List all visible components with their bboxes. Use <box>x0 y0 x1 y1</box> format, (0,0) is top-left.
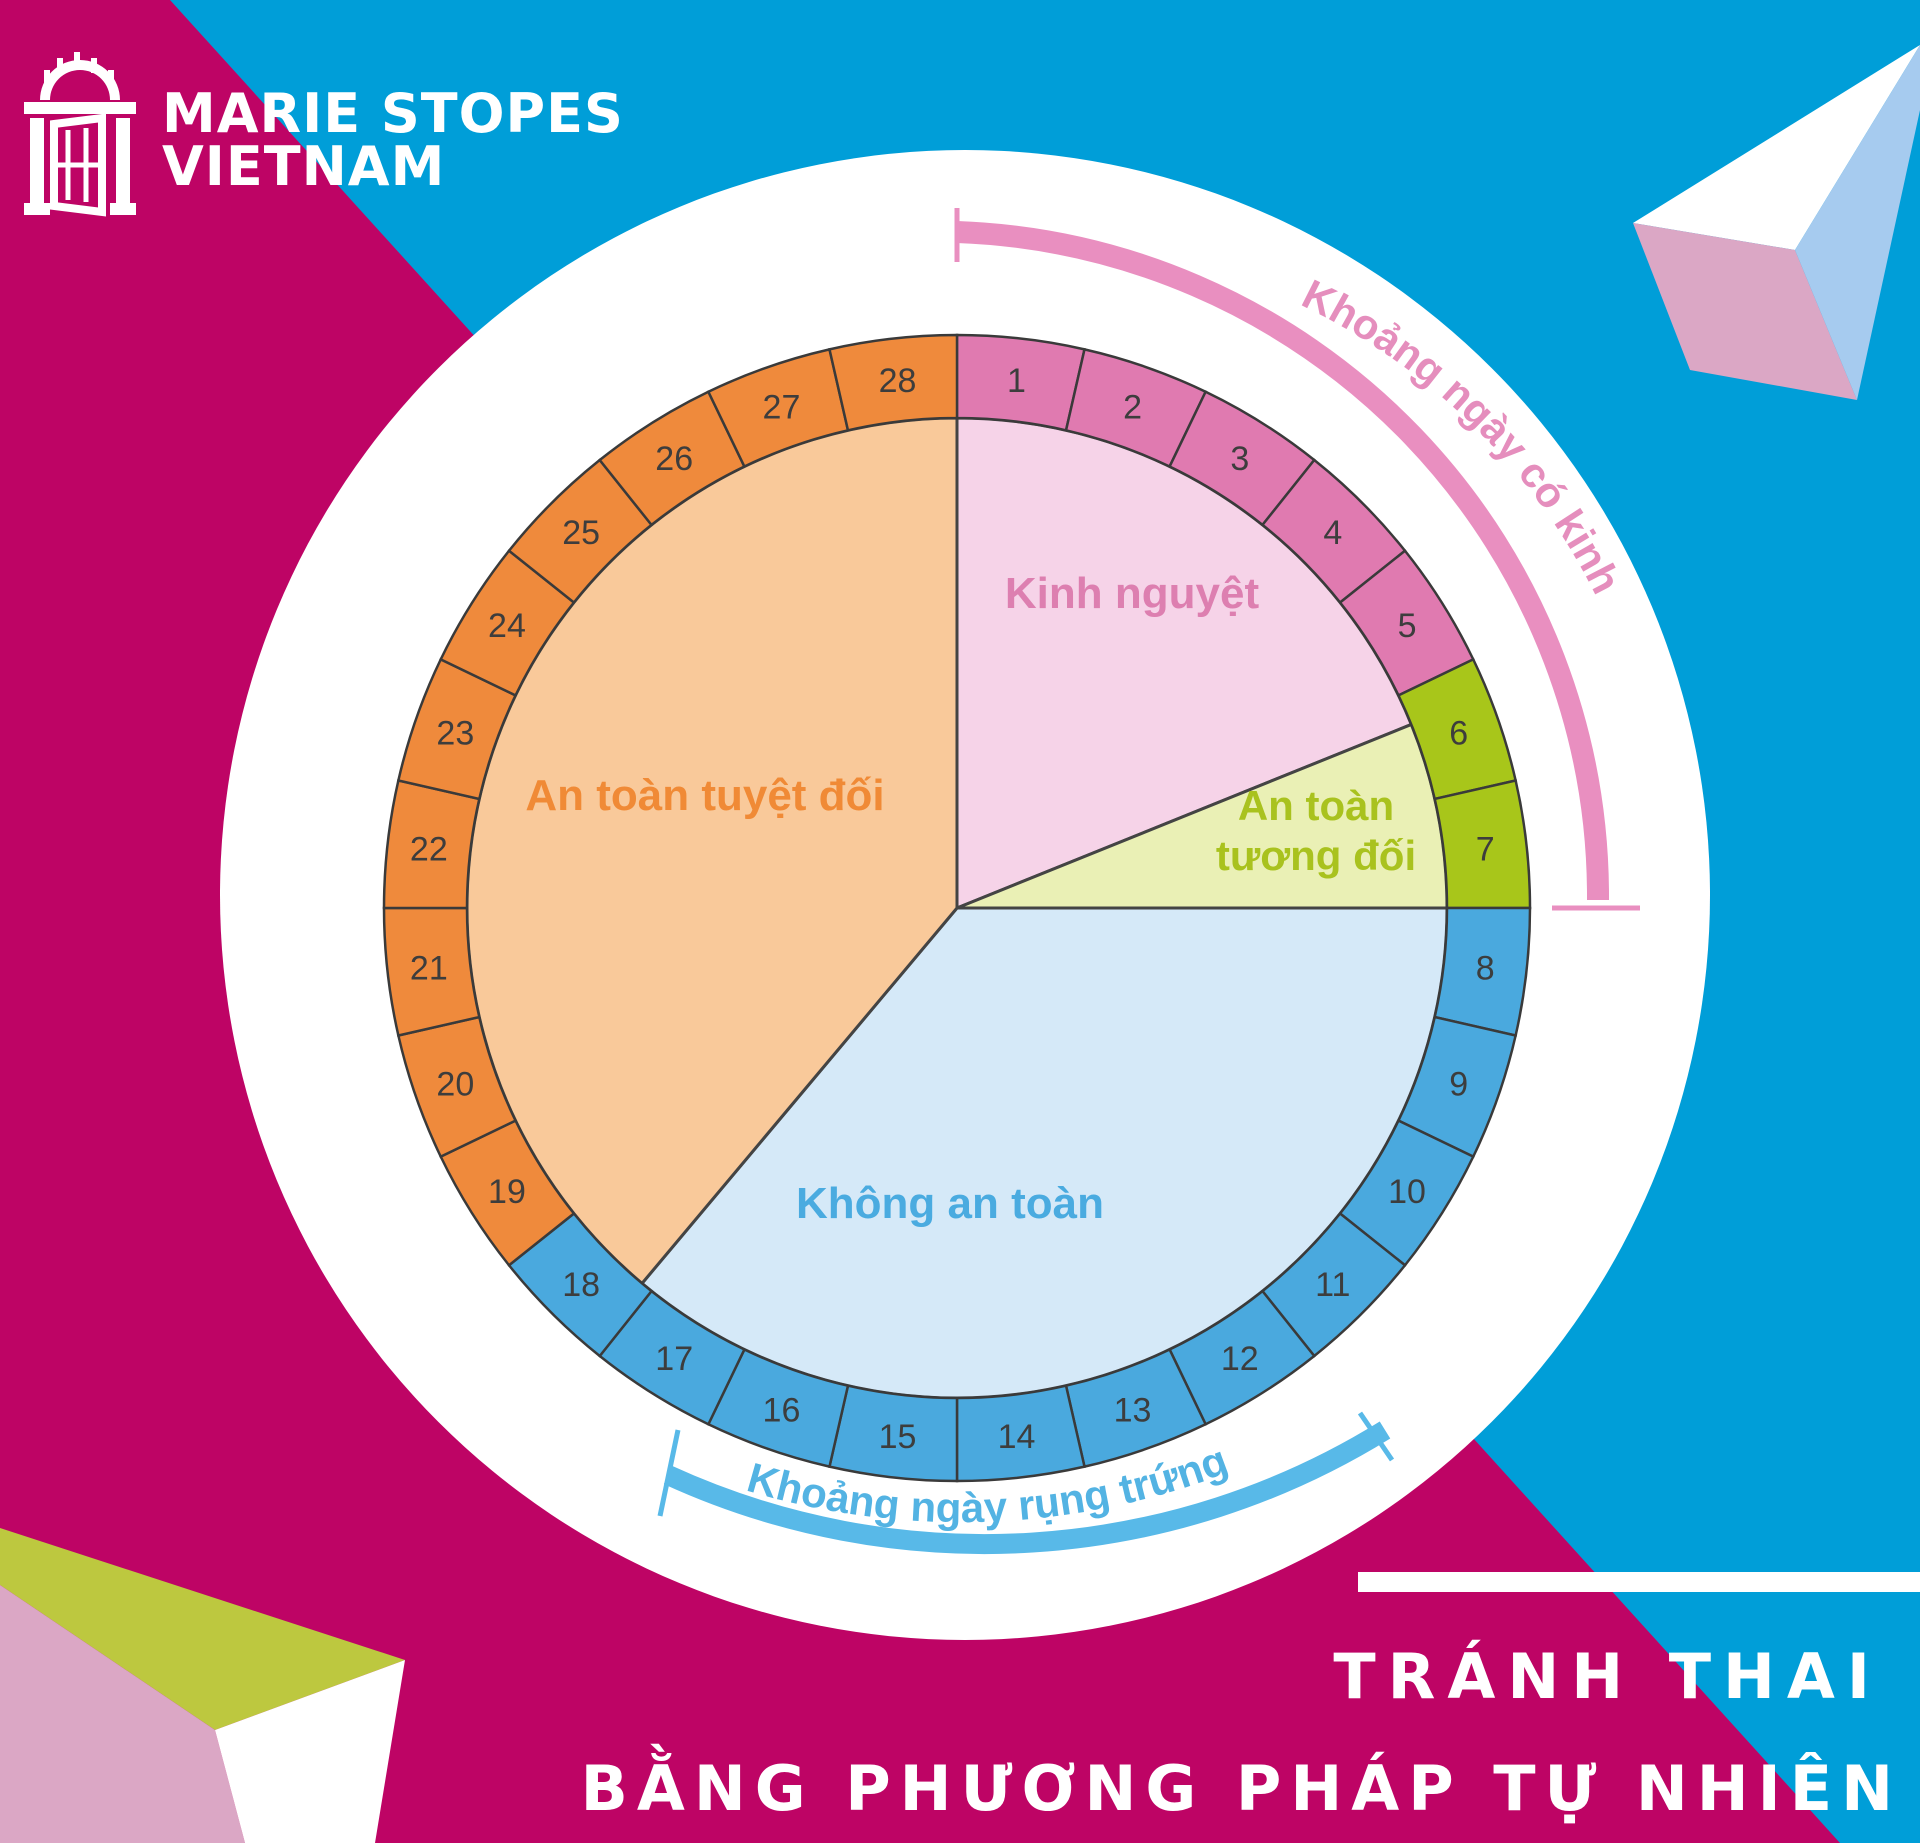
day-number: 14 <box>998 1418 1036 1456</box>
day-number: 27 <box>763 388 801 426</box>
title-divider <box>1358 1572 1920 1592</box>
brand-wordmark: MARIE STOPES VIETNAM <box>162 82 624 198</box>
day-number: 24 <box>488 607 526 645</box>
phase-label: Kinh nguyệt <box>1005 569 1260 618</box>
phase-label: tương đối <box>1216 832 1416 879</box>
day-number: 15 <box>879 1418 917 1456</box>
day-number: 26 <box>655 440 693 478</box>
phase-label: Không an toàn <box>796 1179 1104 1228</box>
day-number: 23 <box>436 714 474 752</box>
day-number: 11 <box>1315 1266 1350 1304</box>
day-number: 1 <box>1007 362 1026 400</box>
title-line1: TRÁNH THAI <box>1333 1640 1882 1713</box>
day-number: 10 <box>1388 1173 1426 1211</box>
day-number: 6 <box>1449 714 1468 752</box>
day-number: 19 <box>488 1173 526 1211</box>
day-number: 20 <box>436 1066 474 1104</box>
infographic-canvas: 1234567891011121314151617181920212223242… <box>0 0 1920 1843</box>
phase-label: An toàn <box>1238 782 1394 829</box>
title-line2: BẰNG PHƯƠNG PHÁP TỰ NHIÊN <box>580 1752 1902 1825</box>
day-number: 17 <box>655 1340 693 1378</box>
day-number: 22 <box>410 830 448 868</box>
day-number: 13 <box>1114 1392 1152 1430</box>
day-number: 9 <box>1449 1066 1468 1104</box>
day-number: 21 <box>410 950 448 988</box>
day-number: 16 <box>763 1392 801 1430</box>
day-number: 7 <box>1476 830 1495 868</box>
day-number: 5 <box>1398 607 1417 645</box>
phase-label: An toàn tuyệt đối <box>525 771 884 820</box>
day-number: 2 <box>1123 388 1142 426</box>
day-number: 25 <box>562 514 600 552</box>
day-number: 8 <box>1476 950 1495 988</box>
day-number: 4 <box>1323 514 1342 552</box>
cycle-wheel: 1234567891011121314151617181920212223242… <box>382 333 1532 1483</box>
day-number: 18 <box>562 1266 600 1304</box>
brand-name-line1: MARIE STOPES <box>162 82 624 145</box>
brand-name-line2: VIETNAM <box>162 134 446 198</box>
day-number: 12 <box>1221 1340 1259 1378</box>
day-number: 28 <box>879 362 917 400</box>
day-number: 3 <box>1230 440 1249 478</box>
